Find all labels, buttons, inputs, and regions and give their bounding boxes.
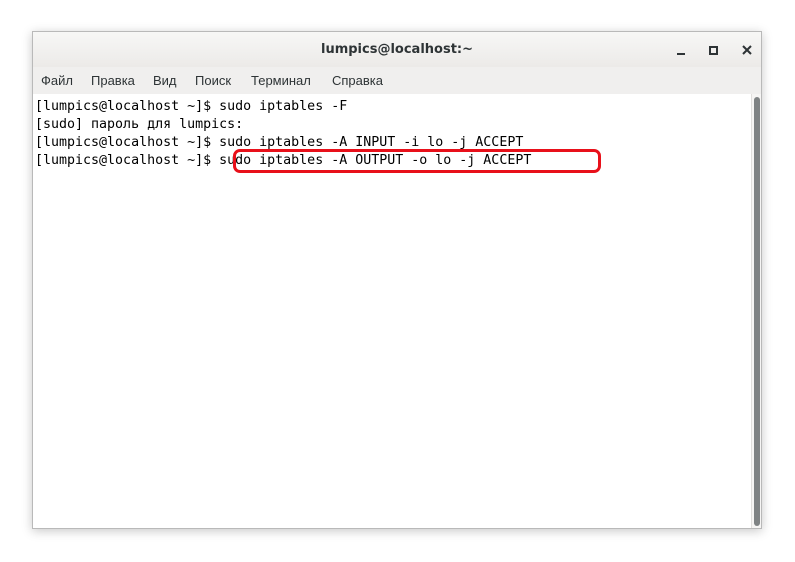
terminal-output[interactable]: [lumpics@localhost ~]$ sudo iptables -F … bbox=[33, 94, 751, 528]
maximize-icon bbox=[709, 46, 718, 55]
terminal-window: lumpics@localhost:~ Файл Правка Вид Поис… bbox=[32, 31, 762, 529]
command-highlight-box bbox=[233, 149, 601, 173]
terminal-line: [sudo] пароль для lumpics: bbox=[35, 117, 244, 132]
scrollbar-thumb[interactable] bbox=[754, 97, 760, 526]
menu-edit[interactable]: Правка bbox=[91, 67, 135, 94]
window-title: lumpics@localhost:~ bbox=[320, 42, 473, 57]
menu-file[interactable]: Файл bbox=[41, 67, 73, 94]
terminal-line: [lumpics@localhost ~]$ sudo iptables -F bbox=[35, 99, 348, 114]
maximize-button[interactable] bbox=[703, 40, 723, 60]
minimize-icon bbox=[677, 53, 685, 55]
menu-search[interactable]: Поиск bbox=[195, 67, 231, 94]
menu-terminal[interactable]: Терминал bbox=[251, 67, 311, 94]
menu-bar: Файл Правка Вид Поиск Терминал Справка bbox=[33, 67, 761, 94]
title-bar[interactable]: lumpics@localhost:~ bbox=[33, 32, 761, 68]
close-button[interactable] bbox=[737, 40, 757, 60]
menu-view[interactable]: Вид bbox=[153, 67, 177, 94]
vertical-scrollbar[interactable] bbox=[751, 94, 761, 528]
close-icon bbox=[742, 45, 752, 55]
minimize-button[interactable] bbox=[671, 40, 691, 60]
menu-help[interactable]: Справка bbox=[332, 67, 383, 94]
